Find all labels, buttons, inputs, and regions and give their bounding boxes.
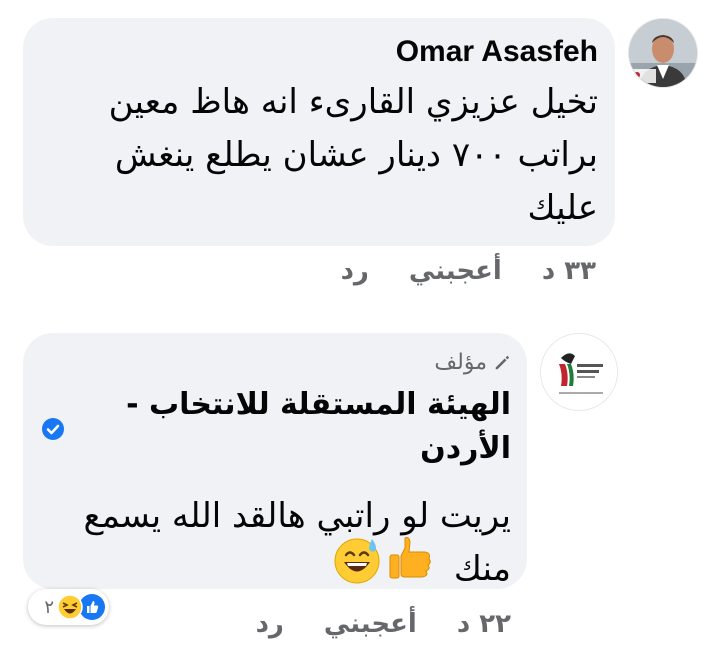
comment-actions: ٣٣ د أعجبني رد — [341, 253, 596, 289]
comment-time[interactable]: ٢٢ د — [457, 609, 511, 639]
haha-reaction-icon — [57, 594, 83, 620]
comment-text: يريت لو راتبي هالقد الله يسمع منك — [83, 496, 512, 589]
thumbs-up-emoji-icon — [389, 537, 431, 579]
comment-time[interactable]: ٣٣ د — [542, 256, 596, 286]
reply-button[interactable]: رد — [256, 609, 284, 639]
page-avatar[interactable] — [541, 334, 617, 410]
like-button[interactable]: أعجبني — [409, 256, 502, 286]
profile-photo-icon — [629, 19, 697, 87]
commenter-avatar[interactable] — [629, 19, 697, 87]
page-author-name[interactable]: الهيئة المستقلة للانتخاب - الأردن — [31, 383, 511, 471]
reactions-summary[interactable]: ٢ — [28, 589, 109, 625]
author-badge-label: مؤلف — [434, 350, 487, 375]
page-logo-icon — [541, 334, 617, 410]
comment-author-name[interactable]: Omar Asasfeh — [396, 35, 598, 69]
like-button[interactable]: أعجبني — [324, 609, 417, 639]
verified-check-icon — [42, 418, 64, 440]
comment-text: تخيل عزيزي القارىء انه هاظ معين براتب ٧٠… — [108, 82, 598, 228]
reply-button[interactable]: رد — [341, 256, 369, 286]
page-author-name-line1[interactable]: الهيئة المستقلة للانتخاب - — [31, 383, 511, 427]
author-badge: مؤلف — [434, 350, 511, 375]
comment-actions: ٢٢ د أعجبني رد — [256, 606, 511, 642]
page-author-name-line2[interactable]: الأردن — [31, 427, 511, 471]
pencil-icon — [495, 355, 510, 369]
reaction-count: ٢ — [44, 596, 54, 618]
sweat-smile-emoji-icon — [334, 538, 380, 584]
